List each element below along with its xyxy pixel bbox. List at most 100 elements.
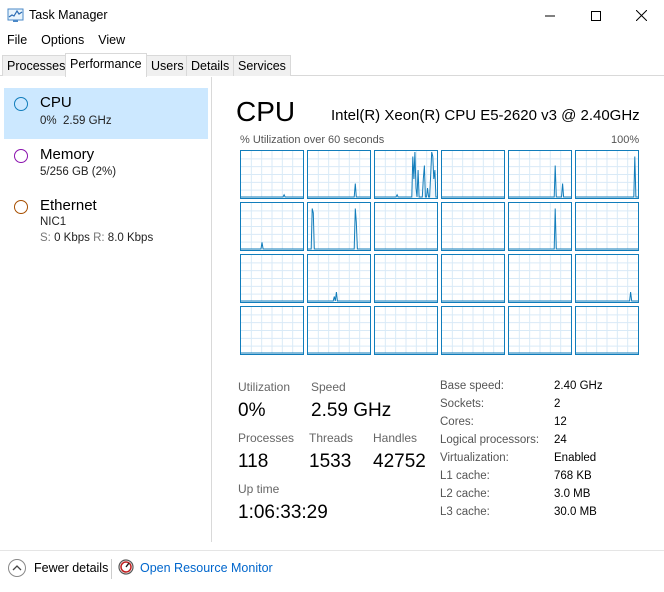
info-label: L1 cache: <box>440 470 490 482</box>
core-graph <box>307 306 371 355</box>
title-bar: Task Manager <box>0 0 664 31</box>
speed-label: Speed <box>311 380 346 394</box>
menu-bar: File Options View <box>0 31 664 51</box>
core-graph-plot <box>241 307 303 354</box>
core-graph <box>374 150 438 199</box>
info-label: Sockets: <box>440 398 485 410</box>
bottom-separator <box>111 559 112 579</box>
tab-strip: Processes Performance Users Details Serv… <box>0 53 664 77</box>
core-graph-plot <box>509 151 571 198</box>
menu-view[interactable]: View <box>91 31 132 51</box>
uptime-value: 1:06:33:29 <box>238 502 328 523</box>
resource-memory-sub: 5/256 GB (2%) <box>40 166 117 178</box>
menu-file[interactable]: File <box>0 31 34 51</box>
core-graph <box>240 202 304 251</box>
core-graph <box>441 254 505 303</box>
tab-services[interactable]: Services <box>233 55 291 76</box>
info-value: 2.40 GHz <box>554 380 603 392</box>
tab-processes[interactable]: Processes <box>2 55 71 76</box>
core-graph-plot <box>241 255 303 302</box>
tab-details[interactable]: Details <box>186 55 235 76</box>
uptime-label: Up time <box>238 482 280 496</box>
fewer-details-button[interactable] <box>8 559 26 577</box>
resource-monitor-icon <box>118 559 134 575</box>
resource-ethernet[interactable]: Ethernet NIC1 S: 0 Kbps R: 8.0 Kbps <box>4 191 208 251</box>
bottom-bar: Fewer details Open Resource Monitor <box>0 550 664 586</box>
info-label: L3 cache: <box>440 506 490 518</box>
memory-circle-icon <box>14 149 28 163</box>
core-graph-plot <box>509 255 571 302</box>
core-graph <box>307 202 371 251</box>
tab-performance[interactable]: Performance <box>65 53 147 77</box>
core-graph-plot <box>375 203 437 250</box>
cpu-circle-icon <box>14 97 28 111</box>
core-graph-plot <box>308 255 370 302</box>
core-graph-plot <box>241 203 303 250</box>
resource-cpu[interactable]: CPU 0% 2.59 GHz <box>4 88 208 139</box>
info-value: 30.0 MB <box>554 506 597 518</box>
processes-label: Processes <box>238 431 295 445</box>
core-graph-plot <box>576 203 638 250</box>
info-value: 12 <box>554 416 567 428</box>
minimize-icon <box>545 15 555 16</box>
core-graph <box>307 150 371 199</box>
task-manager-icon <box>7 8 24 22</box>
core-graph <box>441 150 505 199</box>
core-graph <box>508 306 572 355</box>
receive-value: 8.0 Kbps <box>107 232 154 244</box>
menu-options[interactable]: Options <box>34 31 91 51</box>
threads-label: Threads <box>309 431 354 445</box>
resource-memory[interactable]: Memory 5/256 GB (2%) <box>4 140 208 188</box>
core-graph-plot <box>308 151 370 198</box>
send-value: 0 Kbps <box>54 232 90 244</box>
info-value: 768 KB <box>554 470 592 482</box>
core-graph <box>575 306 639 355</box>
resource-ethernet-adapter: NIC1 <box>40 216 67 228</box>
fewer-details-link[interactable]: Fewer details <box>34 561 108 575</box>
maximize-icon <box>591 10 601 21</box>
core-graph-plot <box>576 307 638 354</box>
core-graph <box>307 254 371 303</box>
resource-list: CPU 0% 2.59 GHz Memory 5/256 GB (2%) Eth… <box>0 77 212 542</box>
core-graph-plot <box>308 203 370 250</box>
core-graph-plot <box>308 307 370 354</box>
core-graph-plot <box>509 307 571 354</box>
core-graph <box>374 306 438 355</box>
core-graph <box>240 150 304 199</box>
core-graph-plot <box>375 151 437 198</box>
resource-ethernet-title: Ethernet <box>40 197 97 214</box>
core-graph-plot <box>442 203 504 250</box>
core-graph <box>441 306 505 355</box>
send-label: S: <box>40 232 51 244</box>
info-label: Cores: <box>440 416 474 428</box>
core-graph <box>374 254 438 303</box>
core-graph <box>374 202 438 251</box>
core-graph-plot <box>576 151 638 198</box>
core-graph <box>441 202 505 251</box>
info-label: Virtualization: <box>440 452 509 464</box>
core-graph-plot <box>442 307 504 354</box>
minimize-button[interactable] <box>527 0 573 31</box>
resource-memory-title: Memory <box>40 146 95 163</box>
processes-value: 118 <box>238 451 269 472</box>
core-graph <box>575 150 639 199</box>
close-button[interactable] <box>618 0 664 31</box>
close-icon <box>635 10 647 21</box>
core-graph-plot <box>576 255 638 302</box>
info-value: 3.0 MB <box>554 488 591 500</box>
info-value: 2 <box>554 398 561 410</box>
core-graph <box>575 202 639 251</box>
open-resource-monitor-link[interactable]: Open Resource Monitor <box>140 561 273 575</box>
window-title: Task Manager <box>29 8 108 22</box>
resource-ethernet-throughput: S: 0 Kbps R: 8.0 Kbps <box>40 232 153 244</box>
core-graph-plot <box>442 255 504 302</box>
maximize-button[interactable] <box>573 0 619 31</box>
info-value: 24 <box>554 434 567 446</box>
info-label: Logical processors: <box>440 434 540 446</box>
tab-users[interactable]: Users <box>146 55 189 76</box>
core-graph <box>508 254 572 303</box>
info-value: Enabled <box>554 452 597 464</box>
resource-cpu-title: CPU <box>40 94 72 111</box>
info-label: L2 cache: <box>440 488 490 500</box>
core-graph-plot <box>442 151 504 198</box>
